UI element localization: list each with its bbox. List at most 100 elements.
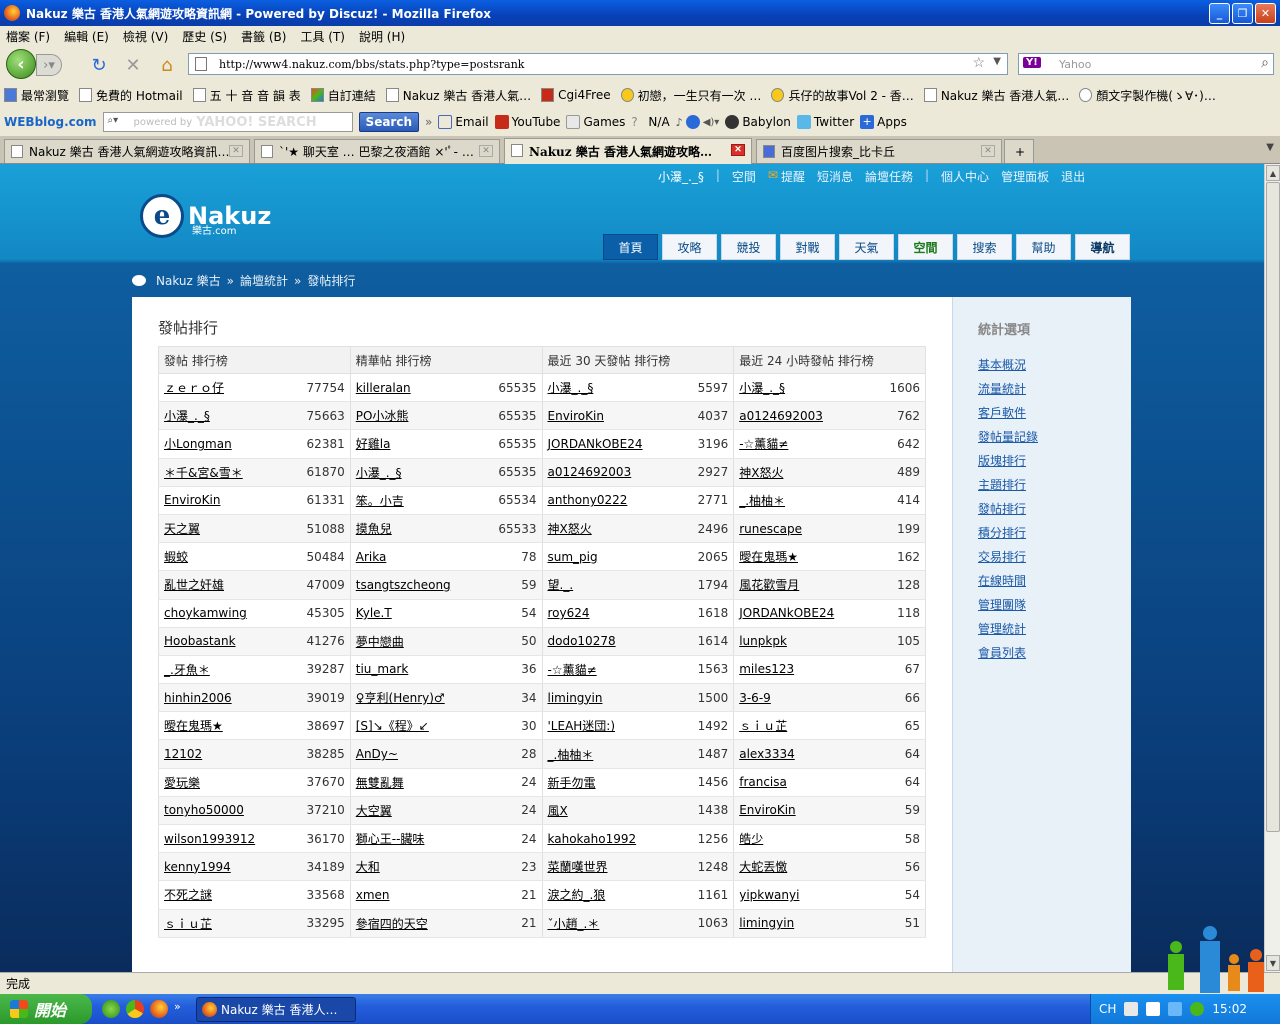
- user-link-24hours[interactable]: runescape: [739, 522, 802, 536]
- nav-space[interactable]: 空間: [898, 234, 953, 260]
- bookmark-gojuon[interactable]: 五 十 音 音 韻 表: [192, 87, 301, 104]
- sidebar-link[interactable]: 管理統計: [978, 622, 1026, 636]
- bookmark-star-icon[interactable]: ☆: [972, 55, 985, 71]
- tab-nakuz-active[interactable]: Nakuz 樂古 香港人氣網遊攻略… ✕: [504, 138, 752, 164]
- nav-navigation[interactable]: 導航: [1075, 234, 1130, 260]
- user-link-digest[interactable]: tsangtszcheong: [356, 578, 451, 592]
- user-link-30days[interactable]: roy624: [548, 606, 590, 620]
- bookmark-kaomoji[interactable]: 顏文字製作機(ゝ∀･)…: [1079, 87, 1216, 104]
- bookmark-most-visited[interactable]: 最常瀏覽: [4, 87, 69, 104]
- menu-tools[interactable]: 工具 (T): [300, 28, 345, 45]
- user-link-posts[interactable]: EnviroKin: [164, 493, 220, 507]
- tab-close-icon[interactable]: ✕: [479, 145, 493, 157]
- user-link-posts[interactable]: 天之翼: [164, 522, 200, 536]
- nav-help[interactable]: 幫助: [1016, 234, 1071, 260]
- user-link-digest[interactable]: PO小冰熊: [356, 409, 409, 423]
- twitter-button[interactable]: Twitter: [796, 115, 854, 129]
- play-icon[interactable]: [685, 115, 700, 129]
- breadcrumb-stats[interactable]: 論壇統計: [240, 272, 288, 289]
- user-link-30days[interactable]: 淚之約_.狼: [548, 888, 606, 902]
- sidebar-link[interactable]: 基本概況: [978, 358, 1026, 372]
- user-link-24hours[interactable]: limingyin: [739, 916, 794, 930]
- sidebar-link[interactable]: 在線時間: [978, 574, 1026, 588]
- tab-nakuz-1[interactable]: Nakuz 樂古 香港人氣網遊攻略資訊… ✕: [4, 139, 250, 163]
- user-link-24hours[interactable]: JORDANkOBE24: [739, 606, 834, 620]
- sidebar-link[interactable]: 流量統計: [978, 382, 1026, 396]
- bookmark-hotmail[interactable]: 免費的 Hotmail: [79, 87, 183, 104]
- user-link-30days[interactable]: sum_pig: [548, 550, 598, 564]
- user-link-digest[interactable]: 無雙亂舞: [356, 776, 404, 790]
- user-link-30days[interactable]: 神X怒火: [548, 522, 592, 536]
- link-tasks[interactable]: 論壇任務: [865, 168, 913, 185]
- messenger-icon[interactable]: [1190, 1002, 1205, 1016]
- reload-icon[interactable]: ↻: [88, 54, 110, 76]
- nav-battle[interactable]: 對戰: [780, 234, 835, 260]
- bookmark-cgi4free[interactable]: Cgi4Free: [541, 88, 611, 102]
- user-link-posts[interactable]: ｓｉｕ芷: [164, 917, 212, 931]
- user-link-24hours[interactable]: 曖在鬼瑪★: [739, 550, 798, 564]
- user-link-posts[interactable]: kenny1994: [164, 860, 231, 874]
- link-logout[interactable]: 退出: [1061, 168, 1085, 185]
- help-icon[interactable]: [1146, 1002, 1161, 1016]
- menu-history[interactable]: 歷史 (S): [182, 28, 227, 45]
- nav-search[interactable]: 搜索: [957, 234, 1012, 260]
- user-link-posts[interactable]: 愛玩樂: [164, 776, 200, 790]
- sidebar-link[interactable]: 版塊排行: [978, 454, 1026, 468]
- link-notify[interactable]: 提醒: [781, 168, 805, 185]
- search-button[interactable]: Search: [358, 112, 419, 132]
- user-link-30days[interactable]: 新手勿電: [548, 776, 596, 790]
- user-link-digest[interactable]: AnDy~: [356, 747, 398, 761]
- link-admin[interactable]: 管理面板: [1001, 168, 1049, 185]
- stop-icon[interactable]: ✕: [122, 54, 144, 76]
- user-link-30days[interactable]: 望._.: [548, 578, 574, 592]
- sidebar-link[interactable]: 主題排行: [978, 478, 1026, 492]
- user-link-digest[interactable]: ♀亨利(Henry)♂: [356, 691, 445, 705]
- user-link-digest[interactable]: 夢中戀曲: [356, 635, 404, 649]
- user-link-30days[interactable]: ˇ小趙_.＊: [548, 917, 600, 931]
- tab-close-icon[interactable]: ✕: [229, 145, 243, 157]
- user-link-24hours[interactable]: 神X怒火: [739, 466, 783, 480]
- user-link-posts[interactable]: 12102: [164, 747, 202, 761]
- link-profile[interactable]: 個人中心: [941, 168, 989, 185]
- breadcrumb-home[interactable]: Nakuz 樂古: [156, 272, 221, 289]
- tab-close-icon[interactable]: ✕: [731, 144, 745, 156]
- url-dropdown-icon[interactable]: ▼: [993, 56, 1001, 67]
- url-bar[interactable]: http://www4.nakuz.com/bbs/stats.php?type…: [188, 53, 1008, 75]
- user-link-posts[interactable]: ｚｅｒｏ仔: [164, 381, 224, 395]
- user-link-posts[interactable]: tonyho50000: [164, 803, 244, 817]
- user-link-24hours[interactable]: 皓少: [739, 832, 763, 846]
- user-link-posts[interactable]: 小瀑_._§: [164, 409, 210, 423]
- user-link-30days[interactable]: 小瀑_._§: [548, 381, 594, 395]
- language-indicator[interactable]: CH: [1099, 1002, 1116, 1016]
- sidebar-link[interactable]: 管理團隊: [978, 598, 1026, 612]
- user-link-digest[interactable]: tiu_mark: [356, 662, 409, 676]
- chrome-icon[interactable]: [126, 1000, 144, 1018]
- user-link-24hours[interactable]: yipkwanyi: [739, 888, 799, 902]
- sidebar-link[interactable]: 積分排行: [978, 526, 1026, 540]
- nav-guides[interactable]: 攻略: [662, 234, 717, 260]
- user-link-30days[interactable]: _.柚柚＊: [548, 748, 594, 762]
- user-link-digest[interactable]: 好雞la: [356, 437, 391, 451]
- user-link-30days[interactable]: kahokaho1992: [548, 832, 637, 846]
- bookmark-soldier-story[interactable]: 兵仔的故事Vol 2 - 香…: [771, 87, 914, 104]
- user-link-digest[interactable]: Arika: [356, 550, 387, 564]
- search-icon[interactable]: ⌕: [1261, 55, 1269, 71]
- minimize-button[interactable]: _: [1209, 3, 1230, 24]
- bookmark-nakuz-1[interactable]: Nakuz 樂古 香港人氣…: [385, 87, 531, 104]
- user-link-digest[interactable]: 獅心王--臟味: [356, 832, 425, 846]
- user-link-24hours[interactable]: miles123: [739, 662, 794, 676]
- user-link-30days[interactable]: a0124692003: [548, 465, 632, 479]
- user-link-24hours[interactable]: lunpkpk: [739, 634, 787, 648]
- email-button[interactable]: Email: [438, 115, 489, 129]
- media-player[interactable]: ♪ ◀)▾: [676, 115, 719, 129]
- menu-file[interactable]: 檔案 (F): [6, 28, 50, 45]
- user-link-30days[interactable]: -☆薰貓≠: [548, 663, 597, 677]
- menu-bookmarks[interactable]: 書籤 (B): [241, 28, 286, 45]
- webblog-logo[interactable]: WEBblog.com: [4, 115, 97, 129]
- sidebar-link[interactable]: 客戶軟件: [978, 406, 1026, 420]
- user-link-30days[interactable]: 'LEAH迷団:): [548, 719, 616, 733]
- user-link-digest[interactable]: killeralan: [356, 381, 411, 395]
- user-link-30days[interactable]: 菜蘭嘆世界: [548, 860, 608, 874]
- browser-icon[interactable]: [102, 1000, 120, 1018]
- firefox-icon[interactable]: [150, 1000, 168, 1018]
